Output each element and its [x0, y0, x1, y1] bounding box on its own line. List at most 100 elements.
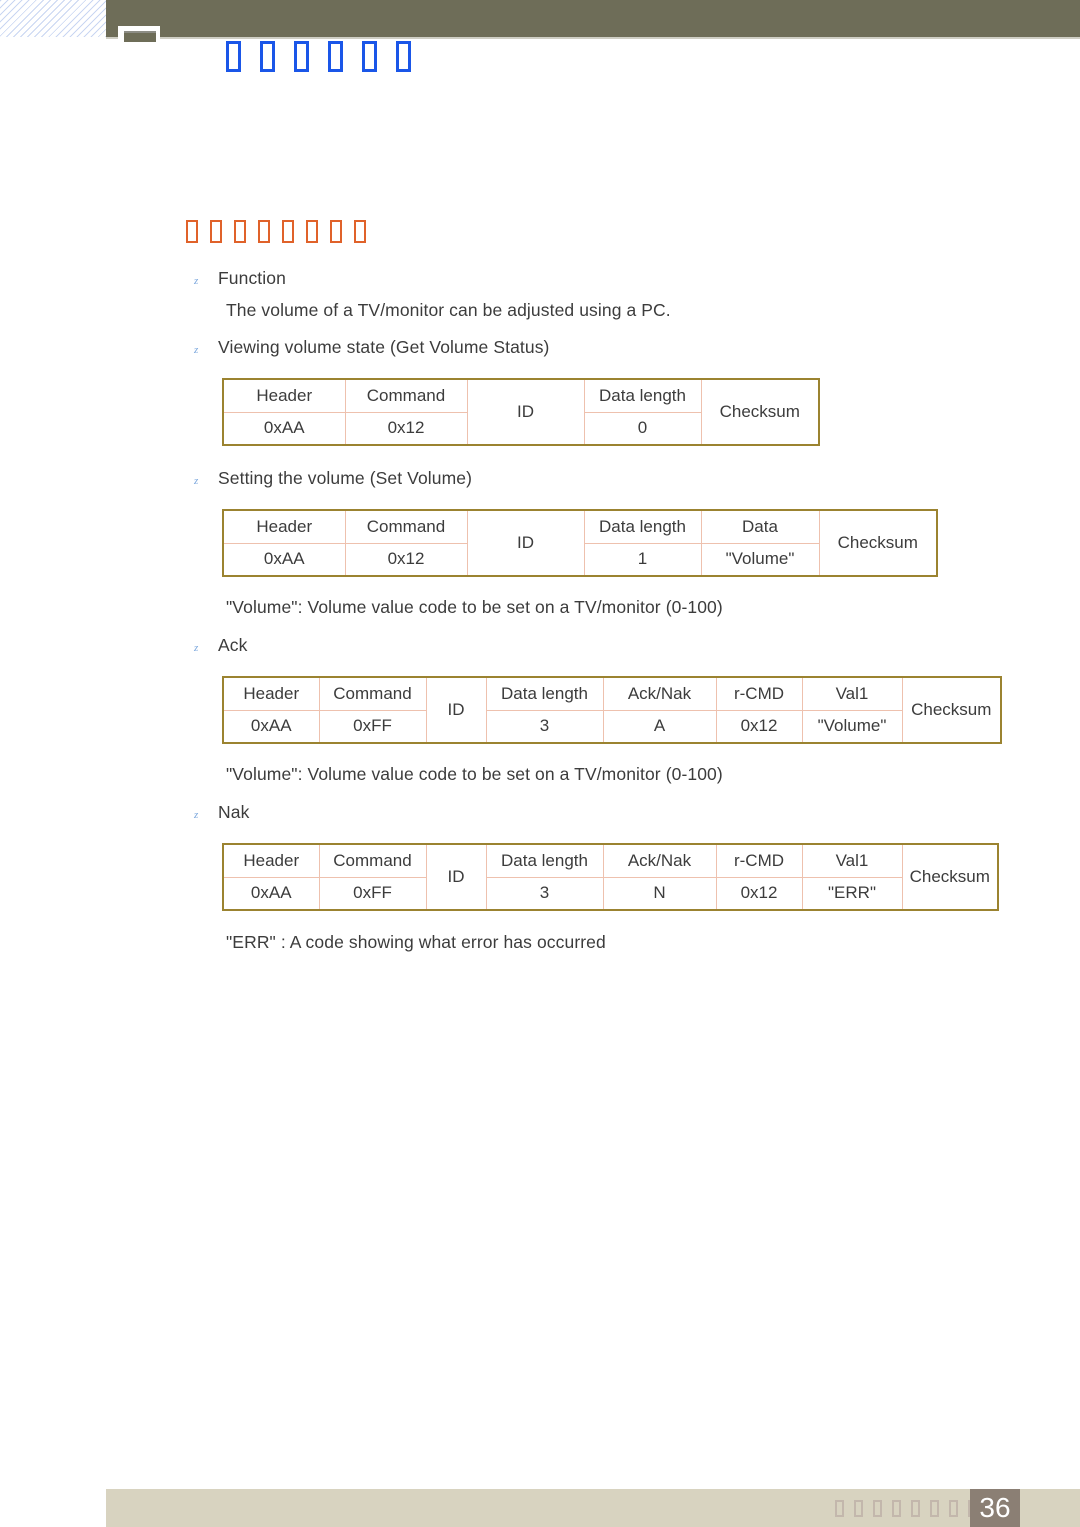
table-cell-value: "Volume" [700, 542, 819, 576]
list-item-label: Ack [218, 635, 248, 655]
table-row-header: Header Command ID Data length Data Check… [223, 510, 937, 576]
missing-glyph-icon [854, 1500, 863, 1517]
bullet-icon: z [194, 344, 199, 356]
table-cell-id: ID [425, 844, 487, 910]
missing-glyph-icon [330, 220, 342, 243]
table-cell-header: Header [223, 677, 320, 711]
missing-glyph-icon [362, 41, 377, 72]
table-cell-value: 0xAA [223, 876, 320, 910]
missing-glyph-icon [210, 220, 222, 243]
table-cell-value: 3 [485, 709, 604, 743]
bullet-icon: z [194, 275, 199, 287]
table-ack: Header Command ID Data length Ack/Nak r-… [222, 676, 1002, 744]
table-cell-header: Data length [583, 510, 702, 544]
missing-glyph-icon [949, 1500, 958, 1517]
paragraph-function-description: The volume of a TV/monitor can be adjust… [186, 300, 671, 321]
table-cell-value: A [602, 709, 717, 743]
missing-glyph-icon [260, 41, 275, 72]
table-cell-value: N [602, 876, 717, 910]
table-cell-header: Ack/Nak [602, 844, 717, 878]
table-cell-header: Val1 [801, 677, 903, 711]
table-cell-header: Header [223, 379, 346, 413]
table-row-value: 0xAA 0xFF 3 A 0x12 "Volume" [223, 709, 1001, 743]
table-cell-checksum: Checksum [818, 510, 937, 576]
table-cell-header: Header [223, 844, 320, 878]
table-cell-id: ID [466, 510, 585, 576]
table-cell-value: 0x12 [344, 542, 468, 576]
list-item-label: Nak [218, 802, 250, 822]
table-get-volume-status: Header Command ID Data length Checksum 0… [222, 378, 820, 446]
table-cell-checksum: Checksum [901, 844, 998, 910]
list-item-set-volume: z Setting the volume (Set Volume) [186, 468, 472, 489]
table-cell-header: Data [700, 510, 820, 544]
list-item-ack: z Ack [186, 635, 247, 656]
missing-glyph-icon [873, 1500, 882, 1517]
table-cell-header: Command [344, 379, 468, 413]
table-cell-header: Command [318, 677, 427, 711]
table-cell-header: Command [344, 510, 468, 544]
paragraph-text: The volume of a TV/monitor can be adjust… [226, 300, 671, 320]
missing-glyph-icon [396, 41, 411, 72]
missing-glyph-icon [282, 220, 294, 243]
bullet-icon: z [194, 642, 199, 654]
list-item-label: Function [218, 268, 286, 288]
table-cell-value: 0xAA [223, 411, 346, 445]
list-item-nak: z Nak [186, 802, 249, 823]
bullet-icon: z [194, 475, 199, 487]
table-cell-value: 0xFF [318, 876, 427, 910]
table-cell-value: "ERR" [801, 876, 902, 910]
table-cell-id: ID [425, 677, 487, 743]
list-item-get-volume-status: z Viewing volume state (Get Volume Statu… [186, 337, 549, 358]
table-cell-header: Data length [583, 379, 702, 413]
missing-glyph-icon [930, 1500, 939, 1517]
table-set-volume: Header Command ID Data length Data Check… [222, 509, 938, 577]
table-cell-id: ID [466, 379, 585, 445]
corner-hatch-decoration [0, 0, 106, 37]
table-cell-header: r-CMD [715, 677, 803, 711]
table-cell-header: Command [318, 844, 427, 878]
note-text: "ERR" : A code showing what error has oc… [226, 932, 606, 952]
table-cell-value: "Volume" [801, 709, 902, 743]
missing-glyph-icon [328, 41, 343, 72]
table-row-header: Header Command ID Data length Ack/Nak r-… [223, 844, 998, 910]
table-row-value: 0xAA 0xFF 3 N 0x12 "ERR" [223, 876, 998, 910]
table-cell-header: Data length [485, 677, 604, 711]
list-item-label: Viewing volume state (Get Volume Status) [218, 337, 550, 357]
missing-glyph-icon [186, 220, 198, 243]
table-cell-value: 1 [583, 542, 702, 576]
table-cell-header: r-CMD [715, 844, 803, 878]
missing-glyph-icon [234, 220, 246, 243]
missing-glyph-icon [258, 220, 270, 243]
table-cell-value: 0 [583, 411, 701, 445]
note-text: "Volume": Volume value code to be set on… [226, 764, 723, 784]
missing-glyph-icon [306, 220, 318, 243]
missing-glyph-icon [294, 41, 309, 72]
section-heading [186, 220, 366, 243]
note-err-description: "ERR" : A code showing what error has oc… [186, 932, 606, 953]
missing-glyph-icon [911, 1500, 920, 1517]
table-cell-header: Data length [485, 844, 604, 878]
table-nak: Header Command ID Data length Ack/Nak r-… [222, 843, 999, 911]
table-cell-header: Ack/Nak [602, 677, 717, 711]
table-row-header: Header Command ID Data length Ack/Nak r-… [223, 677, 1001, 743]
missing-glyph-icon [835, 1500, 844, 1517]
missing-glyph-icon [226, 41, 241, 72]
table-cell-value: 0x12 [344, 411, 468, 445]
bullet-icon: z [194, 809, 199, 821]
table-cell-checksum: Checksum [901, 677, 1001, 743]
list-item-label: Setting the volume (Set Volume) [218, 468, 473, 488]
table-cell-header: Header [223, 510, 346, 544]
table-cell-value: 0x12 [715, 709, 803, 743]
table-cell-value: 3 [485, 876, 604, 910]
table-cell-value: 0x12 [715, 876, 803, 910]
note-volume-range-2: "Volume": Volume value code to be set on… [186, 764, 723, 785]
missing-glyph-icon [892, 1500, 901, 1517]
table-cell-value: 0xFF [318, 709, 427, 743]
table-cell-header: Val1 [801, 844, 903, 878]
list-item-function: z Function [186, 268, 286, 289]
header-notch-inner-mark [124, 31, 156, 42]
table-row-header: Header Command ID Data length Checksum [223, 379, 819, 445]
table-cell-value: 0xAA [223, 542, 346, 576]
page-number: 36 [970, 1489, 1020, 1527]
note-volume-range-1: "Volume": Volume value code to be set on… [186, 597, 723, 618]
